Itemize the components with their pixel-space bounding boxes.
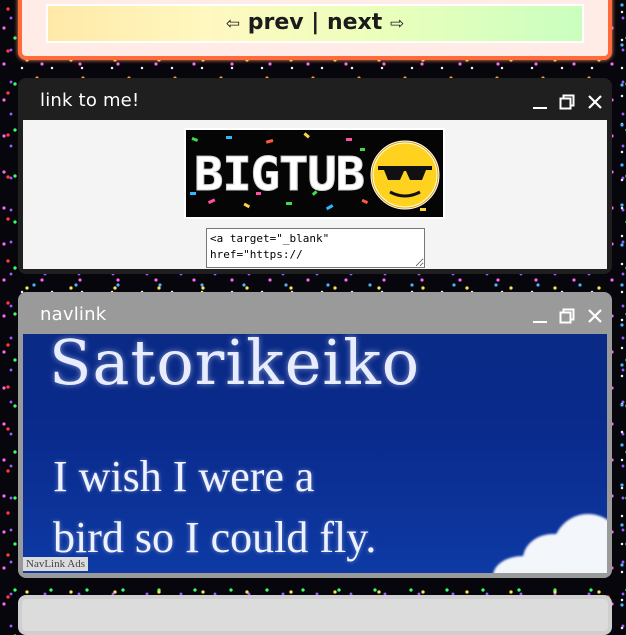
link-to-me-window: link to me! BIGTUB <a target="_blank" hr… [18, 78, 612, 274]
window-titlebar[interactable]: navlink [22, 296, 608, 338]
cloud-decoration [553, 514, 607, 573]
maximize-icon[interactable] [559, 94, 575, 110]
window-titlebar[interactable]: link to me! [22, 82, 608, 124]
ad-text-line-2: bird so I could fly. [53, 513, 377, 562]
bigtub-banner-image[interactable]: BIGTUB [184, 128, 445, 219]
close-icon[interactable] [587, 308, 603, 324]
next-link[interactable]: next [327, 10, 382, 35]
next-window-edge [18, 595, 612, 635]
embed-code-textarea[interactable]: <a target="_blank" href="https:// [206, 228, 425, 268]
window-title: link to me! [40, 90, 140, 111]
pager-separator: | [311, 10, 320, 35]
window-body: BIGTUB <a target="_blank" href="https:// [23, 120, 607, 269]
pager-row: ⇦ prev | next ⇨ [48, 10, 582, 35]
prev-arrow-icon[interactable]: ⇦ [226, 14, 240, 34]
navlink-window: navlink Satorikeiko I wish I were a bird… [18, 292, 612, 578]
maximize-icon[interactable] [559, 308, 575, 324]
pager-window: ⇦ prev | next ⇨ [18, 0, 612, 60]
prev-link[interactable]: prev [248, 10, 304, 35]
minimize-icon[interactable] [532, 308, 548, 324]
svg-text:BIGTUB: BIGTUB [194, 147, 364, 201]
minimize-icon[interactable] [532, 94, 548, 110]
window-title: navlink [40, 304, 107, 325]
close-icon[interactable] [587, 94, 603, 110]
navlink-ads-tag[interactable]: NavLink Ads [23, 557, 88, 571]
pager-bar: ⇦ prev | next ⇨ [46, 4, 584, 43]
ad-text-line-1: I wish I were a [53, 452, 315, 501]
ad-heading: Satorikeiko [49, 334, 421, 399]
navlink-ad-banner[interactable]: Satorikeiko I wish I were a bird so I co… [23, 334, 607, 573]
next-arrow-icon[interactable]: ⇨ [390, 14, 404, 34]
